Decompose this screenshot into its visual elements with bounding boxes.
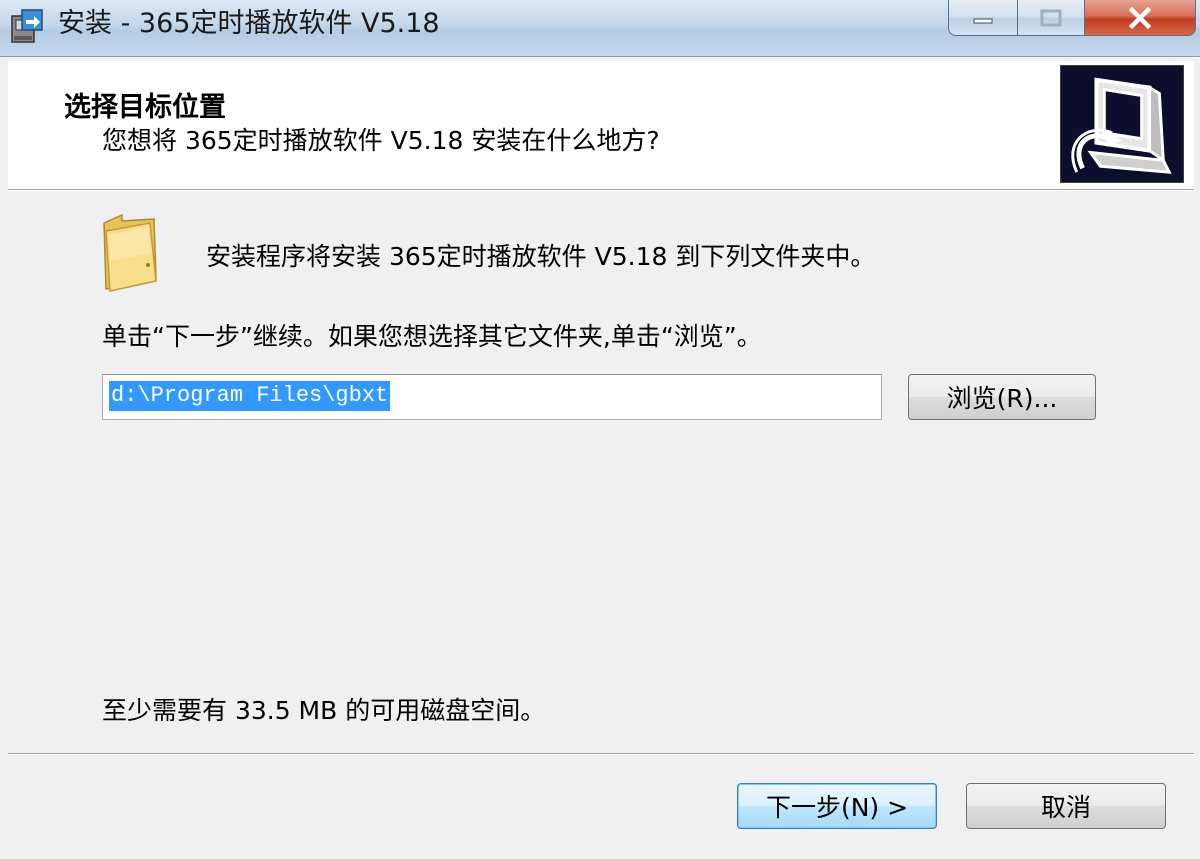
page-subtitle: 您想将 365定时播放软件 V5.18 安装在什么地方? <box>102 126 660 155</box>
caption-buttons <box>948 0 1196 40</box>
computer-install-image <box>1060 65 1184 183</box>
close-icon <box>1128 6 1152 29</box>
folder-icon <box>103 213 157 292</box>
cancel-button[interactable]: 取消 <box>966 783 1166 829</box>
instruction-text: 单击“下一步”继续。如果您想选择其它文件夹,单击“浏览”。 <box>102 322 762 351</box>
minimize-button[interactable] <box>948 0 1018 36</box>
page-title: 选择目标位置 <box>64 92 226 123</box>
disk-space-text: 至少需要有 33.5 MB 的可用磁盘空间。 <box>102 696 546 725</box>
maximize-button[interactable] <box>1017 0 1085 36</box>
info-text: 安装程序将安装 365定时播放软件 V5.18 到下列文件夹中。 <box>206 242 876 271</box>
window-body: 选择目标位置 您想将 365定时播放软件 V5.18 安装在什么地方? 安装程序… <box>0 56 1200 859</box>
close-button[interactable] <box>1084 0 1196 36</box>
next-button[interactable]: 下一步(N) > <box>737 783 937 829</box>
footer-separator <box>8 753 1194 755</box>
header-separator <box>8 189 1194 191</box>
header-panel: 选择目标位置 您想将 365定时播放软件 V5.18 安装在什么地方? <box>8 61 1194 189</box>
title-bar[interactable]: 安装 - 365定时播放软件 V5.18 <box>0 0 1200 56</box>
minimize-icon <box>973 18 993 23</box>
installer-icon <box>11 9 43 43</box>
browse-button[interactable]: 浏览(R)... <box>908 374 1096 420</box>
window-title: 安装 - 365定时播放软件 V5.18 <box>58 8 440 39</box>
maximize-icon <box>1040 9 1062 26</box>
install-path-input[interactable]: d:\Program Files\gbxt <box>102 374 882 420</box>
install-path-value: d:\Program Files\gbxt <box>109 381 391 411</box>
